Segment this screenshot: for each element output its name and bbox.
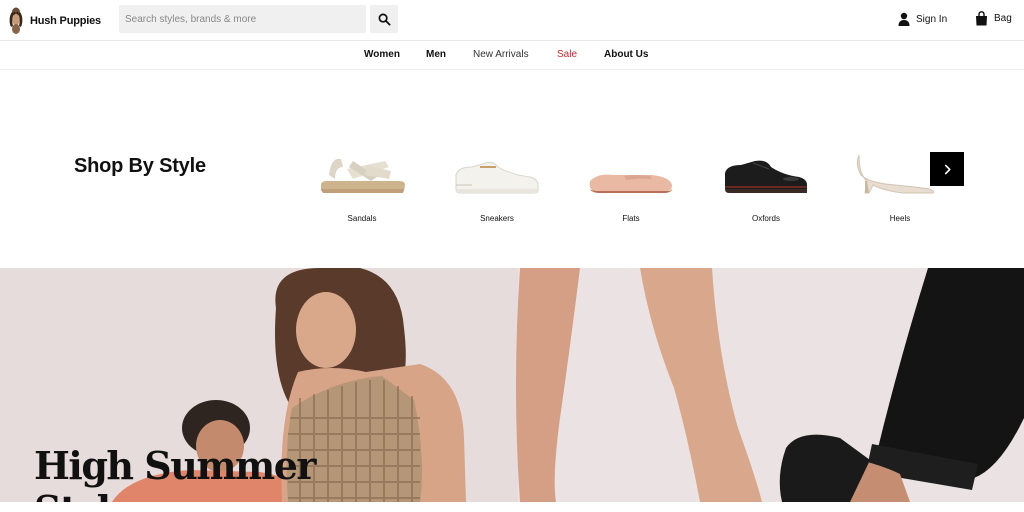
sandal-icon	[321, 158, 405, 193]
sign-in-link[interactable]: Sign In	[898, 12, 947, 26]
oxford-icon	[725, 160, 807, 193]
style-tile-label: Heels	[889, 214, 911, 223]
flat-icon	[589, 174, 672, 193]
shop-by-style-heading: Shop By Style	[74, 155, 206, 177]
style-tile-label: Sandals	[347, 214, 377, 223]
brand-logo[interactable]: Hush Puppies	[8, 6, 101, 36]
user-icon	[898, 12, 910, 26]
carousel-next-button[interactable]	[930, 152, 964, 186]
main-navigation: Women Men New Arrivals Sale About Us	[0, 40, 1024, 70]
style-tile-label: Oxfords	[751, 214, 780, 223]
nav-item-about-us[interactable]: About Us	[604, 49, 648, 60]
nav-item-new-arrivals[interactable]: New Arrivals	[473, 49, 529, 60]
search-box[interactable]	[119, 5, 366, 33]
search-button[interactable]	[370, 5, 398, 33]
shopping-bag-icon	[976, 11, 987, 26]
style-tile-flats[interactable]: Flats	[576, 145, 686, 230]
style-tile-oxfords[interactable]: Oxfords	[711, 145, 821, 230]
sign-in-label: Sign In	[916, 13, 948, 25]
style-tile-label: Flats	[622, 214, 640, 223]
search-icon	[378, 13, 391, 26]
bag-link[interactable]: Bag	[975, 11, 1012, 26]
nav-item-sale[interactable]: Sale	[557, 49, 577, 60]
search-input[interactable]	[119, 5, 366, 33]
nav-item-men[interactable]: Men	[426, 49, 446, 60]
hero-headline: High Summer Style	[34, 443, 316, 503]
chevron-right-icon	[944, 164, 951, 174]
hero-banner[interactable]: High Summer Style	[0, 268, 1024, 502]
site-header: Hush Puppies Sign In Bag	[0, 0, 1024, 40]
brand-logo-text: Hush Puppies	[30, 15, 101, 27]
sneaker-icon	[455, 162, 539, 194]
bag-label: Bag	[994, 13, 1012, 24]
style-tile-sandals[interactable]: Sandals	[307, 145, 417, 230]
nav-item-women[interactable]: Women	[364, 49, 400, 60]
style-tile-sneakers[interactable]: Sneakers	[442, 145, 552, 230]
basset-hound-icon	[9, 7, 23, 34]
style-tile-label: Sneakers	[480, 214, 514, 223]
